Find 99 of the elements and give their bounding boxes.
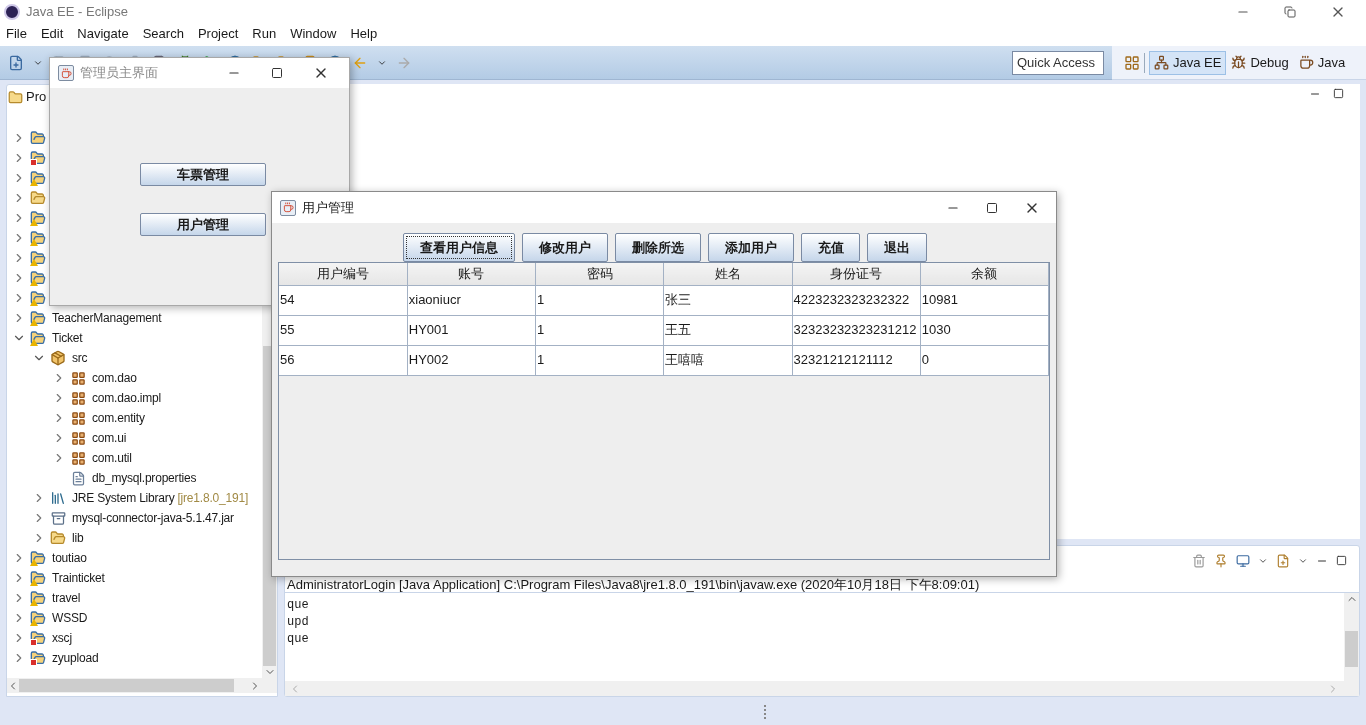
package-icon — [70, 370, 86, 386]
monitor-icon[interactable] — [1236, 553, 1250, 568]
tree-item[interactable]: src — [72, 349, 88, 367]
menu-item[interactable]: Search — [142, 24, 184, 44]
perspective-button[interactable]: Java EE — [1149, 50, 1227, 75]
view-tab[interactable]: Pro — [26, 87, 47, 107]
table-cell: 1 — [535, 315, 664, 345]
java-cup-icon — [58, 65, 74, 81]
tree-item[interactable]: mysql-connector-java-5.1.47.jar — [72, 509, 234, 527]
pin-icon[interactable] — [1214, 553, 1228, 568]
table-cell: HY002 — [407, 345, 536, 375]
tree-item[interactable]: com.dao — [92, 369, 137, 387]
quick-access-field[interactable]: Quick Access — [1012, 50, 1104, 75]
tree-item[interactable]: db_mysql.properties — [92, 469, 197, 487]
tree-item[interactable]: Ticket — [52, 329, 83, 347]
vertical-scrollbar[interactable] — [1344, 593, 1359, 681]
column-header[interactable]: 余额 — [920, 263, 1049, 285]
menu-item[interactable]: Help — [350, 24, 378, 44]
maximize-icon[interactable] — [986, 201, 998, 214]
window-title: 管理员主界面 — [80, 64, 158, 83]
menu-item[interactable]: Navigate — [77, 24, 129, 44]
tree-item[interactable]: Trainticket — [52, 569, 105, 587]
tree-item[interactable]: com.entity — [92, 409, 145, 427]
eclipse-logo-icon — [4, 4, 20, 20]
tree-item[interactable]: JRE System Library — [72, 489, 175, 507]
library-icon — [50, 490, 66, 506]
table-cell: xiaoniucr — [407, 285, 536, 315]
maximize-view-icon[interactable] — [1336, 555, 1347, 566]
menu-button[interactable]: 车票管理 — [139, 163, 266, 186]
console-line: que — [287, 631, 310, 648]
jar-icon — [50, 510, 66, 526]
table-cell: 4223232323232322 — [792, 285, 921, 315]
maximize-icon[interactable] — [271, 67, 283, 79]
tree-item[interactable]: xscj — [52, 629, 72, 647]
table-cell: 1030 — [920, 315, 1049, 345]
tree-item[interactable]: com.ui — [92, 429, 127, 447]
package-icon — [70, 450, 86, 466]
table-cell: 张三 — [663, 285, 792, 315]
package-icon — [70, 410, 86, 426]
toolbar-button[interactable]: 退出 — [867, 233, 927, 262]
tree-item[interactable]: com.dao.impl — [92, 389, 161, 407]
perspective-icon — [1298, 55, 1314, 70]
table-cell: 32323232323231212 — [792, 315, 921, 345]
tree-item[interactable]: TeacherManagement — [52, 309, 162, 327]
clear-console-icon[interactable] — [1192, 553, 1206, 568]
tree-item[interactable]: zyupload — [52, 649, 99, 667]
table-cell: 54 — [279, 285, 408, 315]
package-icon — [70, 430, 86, 446]
tree-item[interactable]: travel — [52, 589, 81, 607]
java-cup-icon — [280, 199, 296, 216]
toolbar-button[interactable]: 修改用户 — [522, 233, 608, 262]
column-header[interactable]: 用户编号 — [279, 263, 408, 285]
toolbar-button[interactable]: 添加用户 — [708, 233, 794, 262]
perspective-button[interactable]: Java — [1293, 50, 1351, 75]
drag-handle-icon[interactable] — [764, 705, 766, 719]
window-title: Java EE - Eclipse — [26, 3, 128, 22]
table-cell: 55 — [279, 315, 408, 345]
open-perspective-icon[interactable] — [1124, 54, 1140, 71]
menu-item[interactable]: Run — [252, 24, 277, 44]
file-icon — [70, 470, 86, 486]
toolbar-button[interactable]: 删除所选 — [615, 233, 701, 262]
console-line: upd — [287, 614, 310, 631]
menu-item[interactable]: Project — [197, 24, 239, 44]
tree-item[interactable]: lib — [72, 529, 84, 547]
toolbar-button[interactable]: 查看用户信息 — [403, 233, 515, 262]
menu-item[interactable]: File — [6, 24, 27, 44]
tree-item[interactable]: com.util — [92, 449, 132, 467]
column-header[interactable]: 密码 — [535, 263, 664, 285]
menu-item[interactable]: Window — [290, 24, 337, 44]
table-cell: 10981 — [920, 285, 1049, 315]
table-cell: 王嘻嘻 — [663, 345, 792, 375]
window-title: 用户管理 — [302, 198, 354, 217]
perspective-icon — [1154, 55, 1169, 70]
table-cell: HY001 — [407, 315, 536, 345]
tree-item[interactable]: toutiao — [52, 549, 87, 567]
column-header[interactable]: 身份证号 — [792, 263, 921, 285]
menu-button[interactable]: 用户管理 — [139, 213, 266, 236]
column-header[interactable]: 账号 — [407, 263, 536, 285]
tree-item-decoration: [jre1.8.0_191] — [177, 490, 249, 507]
menu-item[interactable]: Edit — [40, 24, 64, 44]
new-file-icon[interactable] — [8, 54, 24, 71]
project-explorer-icon — [8, 89, 23, 105]
perspective-button[interactable]: Debug — [1226, 50, 1294, 75]
restore-icon[interactable] — [1284, 6, 1296, 18]
tree-item[interactable]: WSSD — [52, 609, 88, 627]
table-cell: 32321212121112 — [792, 345, 921, 375]
new-console-icon[interactable] — [1276, 553, 1290, 568]
table-cell: 0 — [920, 345, 1049, 375]
maximize-view-icon[interactable] — [1333, 88, 1344, 99]
horizontal-scrollbar[interactable] — [7, 678, 277, 693]
toolbar-button[interactable]: 充值 — [801, 233, 860, 262]
column-header[interactable]: 姓名 — [663, 263, 792, 285]
table-cell: 56 — [279, 345, 408, 375]
table-cell: 1 — [535, 285, 664, 315]
package-icon — [70, 390, 86, 406]
console-line: que — [287, 597, 310, 614]
table-cell: 王五 — [663, 315, 792, 345]
table-cell: 1 — [535, 345, 664, 375]
perspective-icon — [1231, 55, 1247, 70]
